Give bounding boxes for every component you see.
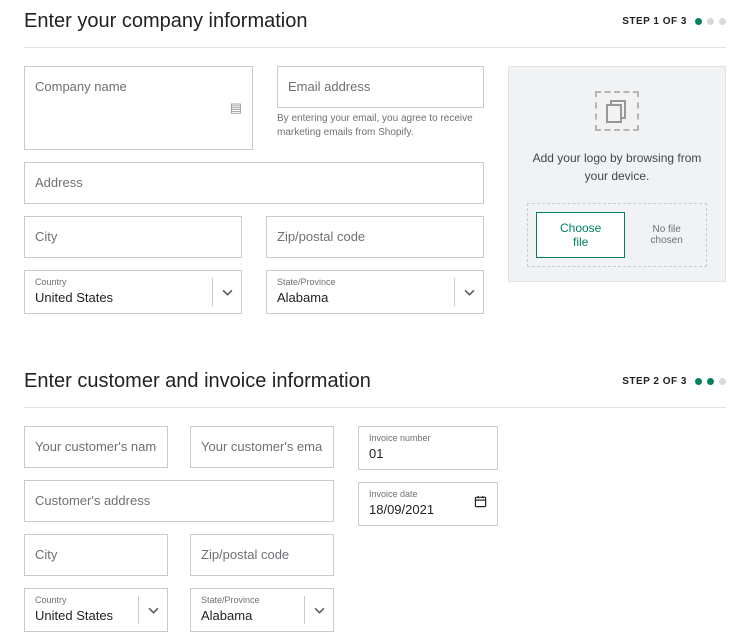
chevron-down-icon bbox=[139, 589, 167, 631]
invoice-date-label: Invoice date bbox=[369, 489, 487, 499]
customer-country-label: Country bbox=[35, 595, 128, 605]
country-label: Country bbox=[35, 277, 202, 287]
customer-name-field[interactable] bbox=[24, 426, 168, 468]
email-help-text: By entering your email, you agree to rec… bbox=[277, 112, 484, 140]
state-label: State/Province bbox=[277, 277, 444, 287]
step-indicator-2: STEP 2 OF 3 bbox=[622, 376, 726, 387]
step-indicator-1: STEP 1 OF 3 bbox=[622, 16, 726, 27]
company-name-field[interactable]: ▤ bbox=[24, 66, 253, 150]
country-value: United States bbox=[35, 290, 113, 305]
section2-title: Enter customer and invoice information bbox=[24, 370, 371, 393]
progress-dot bbox=[719, 378, 726, 385]
invoice-number-field[interactable]: Invoice number bbox=[358, 426, 498, 470]
customer-state-value: Alabama bbox=[201, 608, 252, 623]
customer-city-input[interactable] bbox=[35, 547, 157, 562]
email-field[interactable] bbox=[277, 66, 484, 108]
step2-label: STEP 2 OF 3 bbox=[622, 376, 687, 387]
address-field[interactable] bbox=[24, 162, 484, 204]
progress-dot bbox=[707, 378, 714, 385]
progress-dot bbox=[695, 18, 702, 25]
section1-title: Enter your company information bbox=[24, 10, 307, 33]
zip-field[interactable] bbox=[266, 216, 484, 258]
chevron-down-icon bbox=[305, 589, 333, 631]
invoice-number-input[interactable] bbox=[369, 446, 487, 461]
state-select[interactable]: State/Province Alabama bbox=[266, 270, 484, 314]
customer-country-select[interactable]: Country United States bbox=[24, 588, 168, 632]
autofill-icon: ▤ bbox=[230, 100, 242, 116]
customer-city-field[interactable] bbox=[24, 534, 168, 576]
customer-country-value: United States bbox=[35, 608, 113, 623]
chevron-down-icon bbox=[213, 271, 241, 313]
city-input[interactable] bbox=[35, 229, 231, 244]
email-input[interactable] bbox=[288, 79, 473, 94]
customer-state-select[interactable]: State/Province Alabama bbox=[190, 588, 334, 632]
step2-dots bbox=[695, 378, 726, 385]
calendar-icon[interactable] bbox=[474, 495, 487, 513]
progress-dot bbox=[695, 378, 702, 385]
file-input-row: Choose file No file chosen bbox=[527, 203, 707, 267]
choose-file-button[interactable]: Choose file bbox=[536, 212, 625, 258]
section2-header: Enter customer and invoice information S… bbox=[24, 360, 726, 408]
progress-dot bbox=[707, 18, 714, 25]
file-status-text: No file chosen bbox=[635, 224, 698, 246]
address-input[interactable] bbox=[35, 175, 473, 190]
invoice-date-input[interactable] bbox=[369, 502, 487, 517]
customer-email-input[interactable] bbox=[201, 439, 323, 454]
customer-state-label: State/Province bbox=[201, 595, 294, 605]
state-value: Alabama bbox=[277, 290, 328, 305]
customer-email-field[interactable] bbox=[190, 426, 334, 468]
company-name-input[interactable] bbox=[35, 79, 242, 94]
progress-dot bbox=[719, 18, 726, 25]
city-field[interactable] bbox=[24, 216, 242, 258]
customer-zip-input[interactable] bbox=[201, 547, 323, 562]
logo-upload-box: Add your logo by browsing from your devi… bbox=[508, 66, 726, 282]
chevron-down-icon bbox=[455, 271, 483, 313]
step1-dots bbox=[695, 18, 726, 25]
step1-label: STEP 1 OF 3 bbox=[622, 16, 687, 27]
logo-help-text: Add your logo by browsing from your devi… bbox=[527, 149, 707, 185]
country-select[interactable]: Country United States bbox=[24, 270, 242, 314]
invoice-date-field[interactable]: Invoice date bbox=[358, 482, 498, 526]
customer-address-input[interactable] bbox=[35, 493, 323, 508]
section1-header: Enter your company information STEP 1 OF… bbox=[24, 0, 726, 48]
customer-name-input[interactable] bbox=[35, 439, 157, 454]
zip-input[interactable] bbox=[277, 229, 473, 244]
image-placeholder-icon bbox=[595, 91, 639, 131]
invoice-number-label: Invoice number bbox=[369, 433, 487, 443]
customer-zip-field[interactable] bbox=[190, 534, 334, 576]
